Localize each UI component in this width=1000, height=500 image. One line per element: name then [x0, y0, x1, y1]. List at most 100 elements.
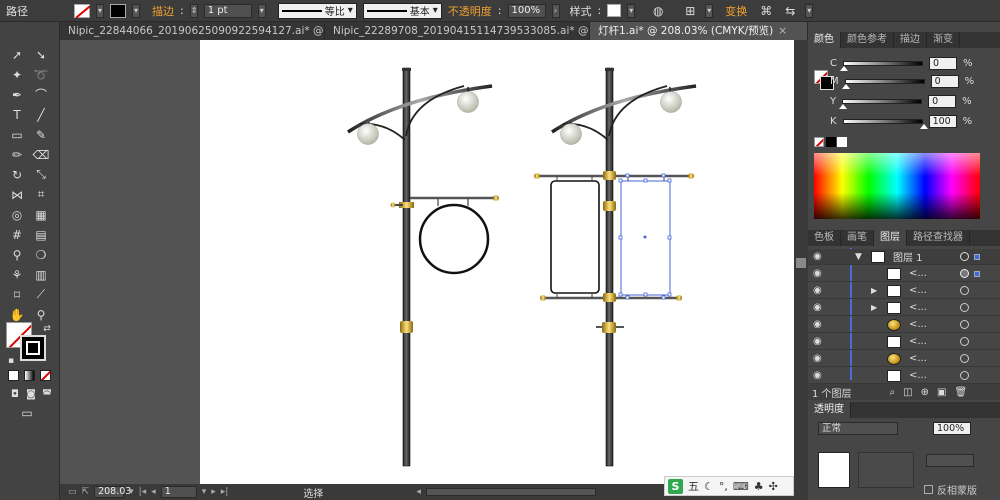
stroke-weight-field[interactable]: 1 pt: [203, 3, 252, 18]
close-icon[interactable]: ×: [778, 25, 787, 37]
zoom-field[interactable]: 208.03: [94, 486, 131, 498]
locate-object-icon[interactable]: ⌕: [890, 387, 896, 398]
sublayer-row[interactable]: ◉ <...: [808, 317, 1000, 333]
artboard-number-field[interactable]: 1: [160, 486, 197, 498]
fill-dropdown[interactable]: ▾: [96, 3, 104, 18]
target-icon[interactable]: [960, 337, 969, 346]
blend-tool-icon[interactable]: ❍: [32, 246, 50, 263]
mask-thumbnail[interactable]: [858, 452, 914, 488]
selection-tool-icon[interactable]: ➚: [8, 46, 26, 63]
color-mode-icon[interactable]: [8, 370, 19, 381]
keyboard-icon[interactable]: ⌨: [733, 480, 749, 493]
left-banner[interactable]: [550, 180, 600, 294]
sublayer-row[interactable]: ◉ <...: [808, 266, 1000, 282]
layer-row-top[interactable]: ◉ ▼ 图层 1: [808, 249, 1000, 265]
column-graph-tool-icon[interactable]: ▥: [32, 266, 50, 283]
opacity-dropdown[interactable]: ›: [551, 3, 560, 18]
slice-tool-icon[interactable]: ⟋: [32, 286, 50, 303]
opacity-label[interactable]: 不透明度: [448, 3, 492, 19]
shape-builder-tool-icon[interactable]: ◎: [8, 206, 26, 223]
flip-icon[interactable]: ⇆: [781, 3, 799, 19]
black-slider[interactable]: K 100 %: [830, 114, 972, 129]
selection-indicator[interactable]: [974, 253, 980, 260]
make-mask-button[interactable]: [926, 454, 974, 467]
target-icon[interactable]: [960, 252, 969, 261]
perspective-grid-tool-icon[interactable]: ▦: [32, 206, 50, 223]
tab-color-guide[interactable]: 颜色参考: [841, 32, 894, 48]
none-mode-icon[interactable]: [40, 370, 51, 381]
scroll-left-icon[interactable]: ◂: [416, 487, 421, 497]
black-swatch[interactable]: [826, 137, 836, 147]
stroke-label[interactable]: 描边: [152, 3, 174, 19]
sogou-logo-icon[interactable]: S: [668, 478, 683, 494]
graphic-style-swatch[interactable]: [607, 4, 622, 17]
scale-tool-icon[interactable]: ⤡: [32, 166, 50, 183]
line-tool-icon[interactable]: ╱: [32, 106, 50, 123]
make-clipping-mask-icon[interactable]: ◫: [903, 387, 912, 398]
user-icon[interactable]: ♣: [754, 480, 764, 493]
draw-inside-icon[interactable]: ◚: [38, 386, 56, 403]
tab-document-active[interactable]: 灯杆1.ai* @ 208.03% (CMYK/预览) ×: [590, 22, 808, 40]
target-icon[interactable]: [960, 286, 969, 295]
right-globe-light-2[interactable]: [660, 91, 682, 113]
ime-toolbar[interactable]: S 五 ☾ °, ⌨ ♣ ✣: [664, 476, 794, 496]
right-pole-collar[interactable]: [602, 322, 616, 333]
free-transform-tool-icon[interactable]: ⌗: [32, 186, 50, 203]
tools-icon[interactable]: ✣: [769, 480, 778, 493]
trash-icon[interactable]: 🗑: [954, 387, 967, 398]
left-lamp-post[interactable]: [347, 67, 499, 467]
lamp-post-artwork[interactable]: [200, 40, 794, 484]
tab-swatches[interactable]: 色板: [808, 230, 841, 246]
none-swatch[interactable]: [814, 137, 824, 147]
align-icon[interactable]: ⊞: [681, 3, 699, 19]
right-globe-light-1[interactable]: [560, 123, 582, 145]
variable-width-profile[interactable]: 等比 ▾: [277, 2, 357, 19]
scrollbar-thumb[interactable]: [796, 258, 806, 268]
fill-swatch[interactable]: [74, 3, 90, 18]
target-icon[interactable]: [960, 320, 969, 329]
symbol-sprayer-tool-icon[interactable]: ⚘: [8, 266, 26, 283]
left-circular-sign[interactable]: [418, 203, 490, 275]
artboard-nav-icon[interactable]: ▭: [68, 487, 77, 497]
tab-transparency[interactable]: 透明度: [808, 402, 851, 418]
tab-gradient[interactable]: 渐变: [927, 32, 960, 48]
stroke-swatch[interactable]: [110, 3, 126, 18]
eye-icon[interactable]: ◉: [813, 319, 827, 330]
canvas-area[interactable]: [60, 40, 794, 484]
curvature-tool-icon[interactable]: ⌒: [32, 86, 50, 103]
next-artboard-icon[interactable]: ▸: [211, 487, 216, 497]
first-artboard-icon[interactable]: |◂: [139, 487, 147, 497]
stroke-weight-dropdown[interactable]: ▾: [257, 3, 266, 18]
selection-indicator[interactable]: [974, 270, 980, 277]
target-icon[interactable]: [960, 303, 969, 312]
magic-wand-tool-icon[interactable]: ✦: [8, 66, 26, 83]
target-icon[interactable]: [960, 354, 969, 363]
paintbrush-tool-icon[interactable]: ✎: [32, 126, 50, 143]
previous-artboard-icon[interactable]: ◂: [151, 487, 156, 497]
width-tool-icon[interactable]: ⋈: [8, 186, 26, 203]
mesh-tool-icon[interactable]: #: [8, 226, 26, 243]
cyan-slider[interactable]: C 0 %: [830, 56, 973, 71]
rotate-tool-icon[interactable]: ↻: [8, 166, 26, 183]
pen-tool-icon[interactable]: ✒: [8, 86, 26, 103]
gradient-tool-icon[interactable]: ▤: [32, 226, 50, 243]
eraser-tool-icon[interactable]: ⌫: [32, 146, 50, 163]
moon-icon[interactable]: ☾: [704, 480, 714, 493]
eye-icon[interactable]: ◉: [813, 268, 827, 279]
stroke-weight-stepper[interactable]: ⇕: [189, 3, 198, 18]
zoom-dropdown-icon[interactable]: ▾: [129, 487, 134, 497]
sublayer-row[interactable]: ◉ <...: [808, 334, 1000, 350]
white-swatch[interactable]: [837, 137, 847, 147]
tab-layers[interactable]: 图层: [874, 230, 907, 246]
expand-triangle-icon[interactable]: ▼: [855, 252, 871, 262]
gradient-mode-icon[interactable]: [24, 370, 35, 381]
eye-icon[interactable]: ◉: [813, 370, 827, 381]
left-globe-light-1[interactable]: [357, 123, 379, 145]
magenta-slider[interactable]: M 0 %: [830, 74, 974, 89]
swap-fill-stroke-icon[interactable]: ⇄: [38, 320, 56, 337]
share-icon[interactable]: ⇱: [82, 487, 90, 497]
tab-color[interactable]: 颜色: [808, 32, 841, 48]
invert-mask-checkbox[interactable]: [924, 485, 933, 494]
default-colors-icon[interactable]: ▪: [2, 352, 20, 369]
eye-icon[interactable]: ◉: [813, 302, 827, 313]
